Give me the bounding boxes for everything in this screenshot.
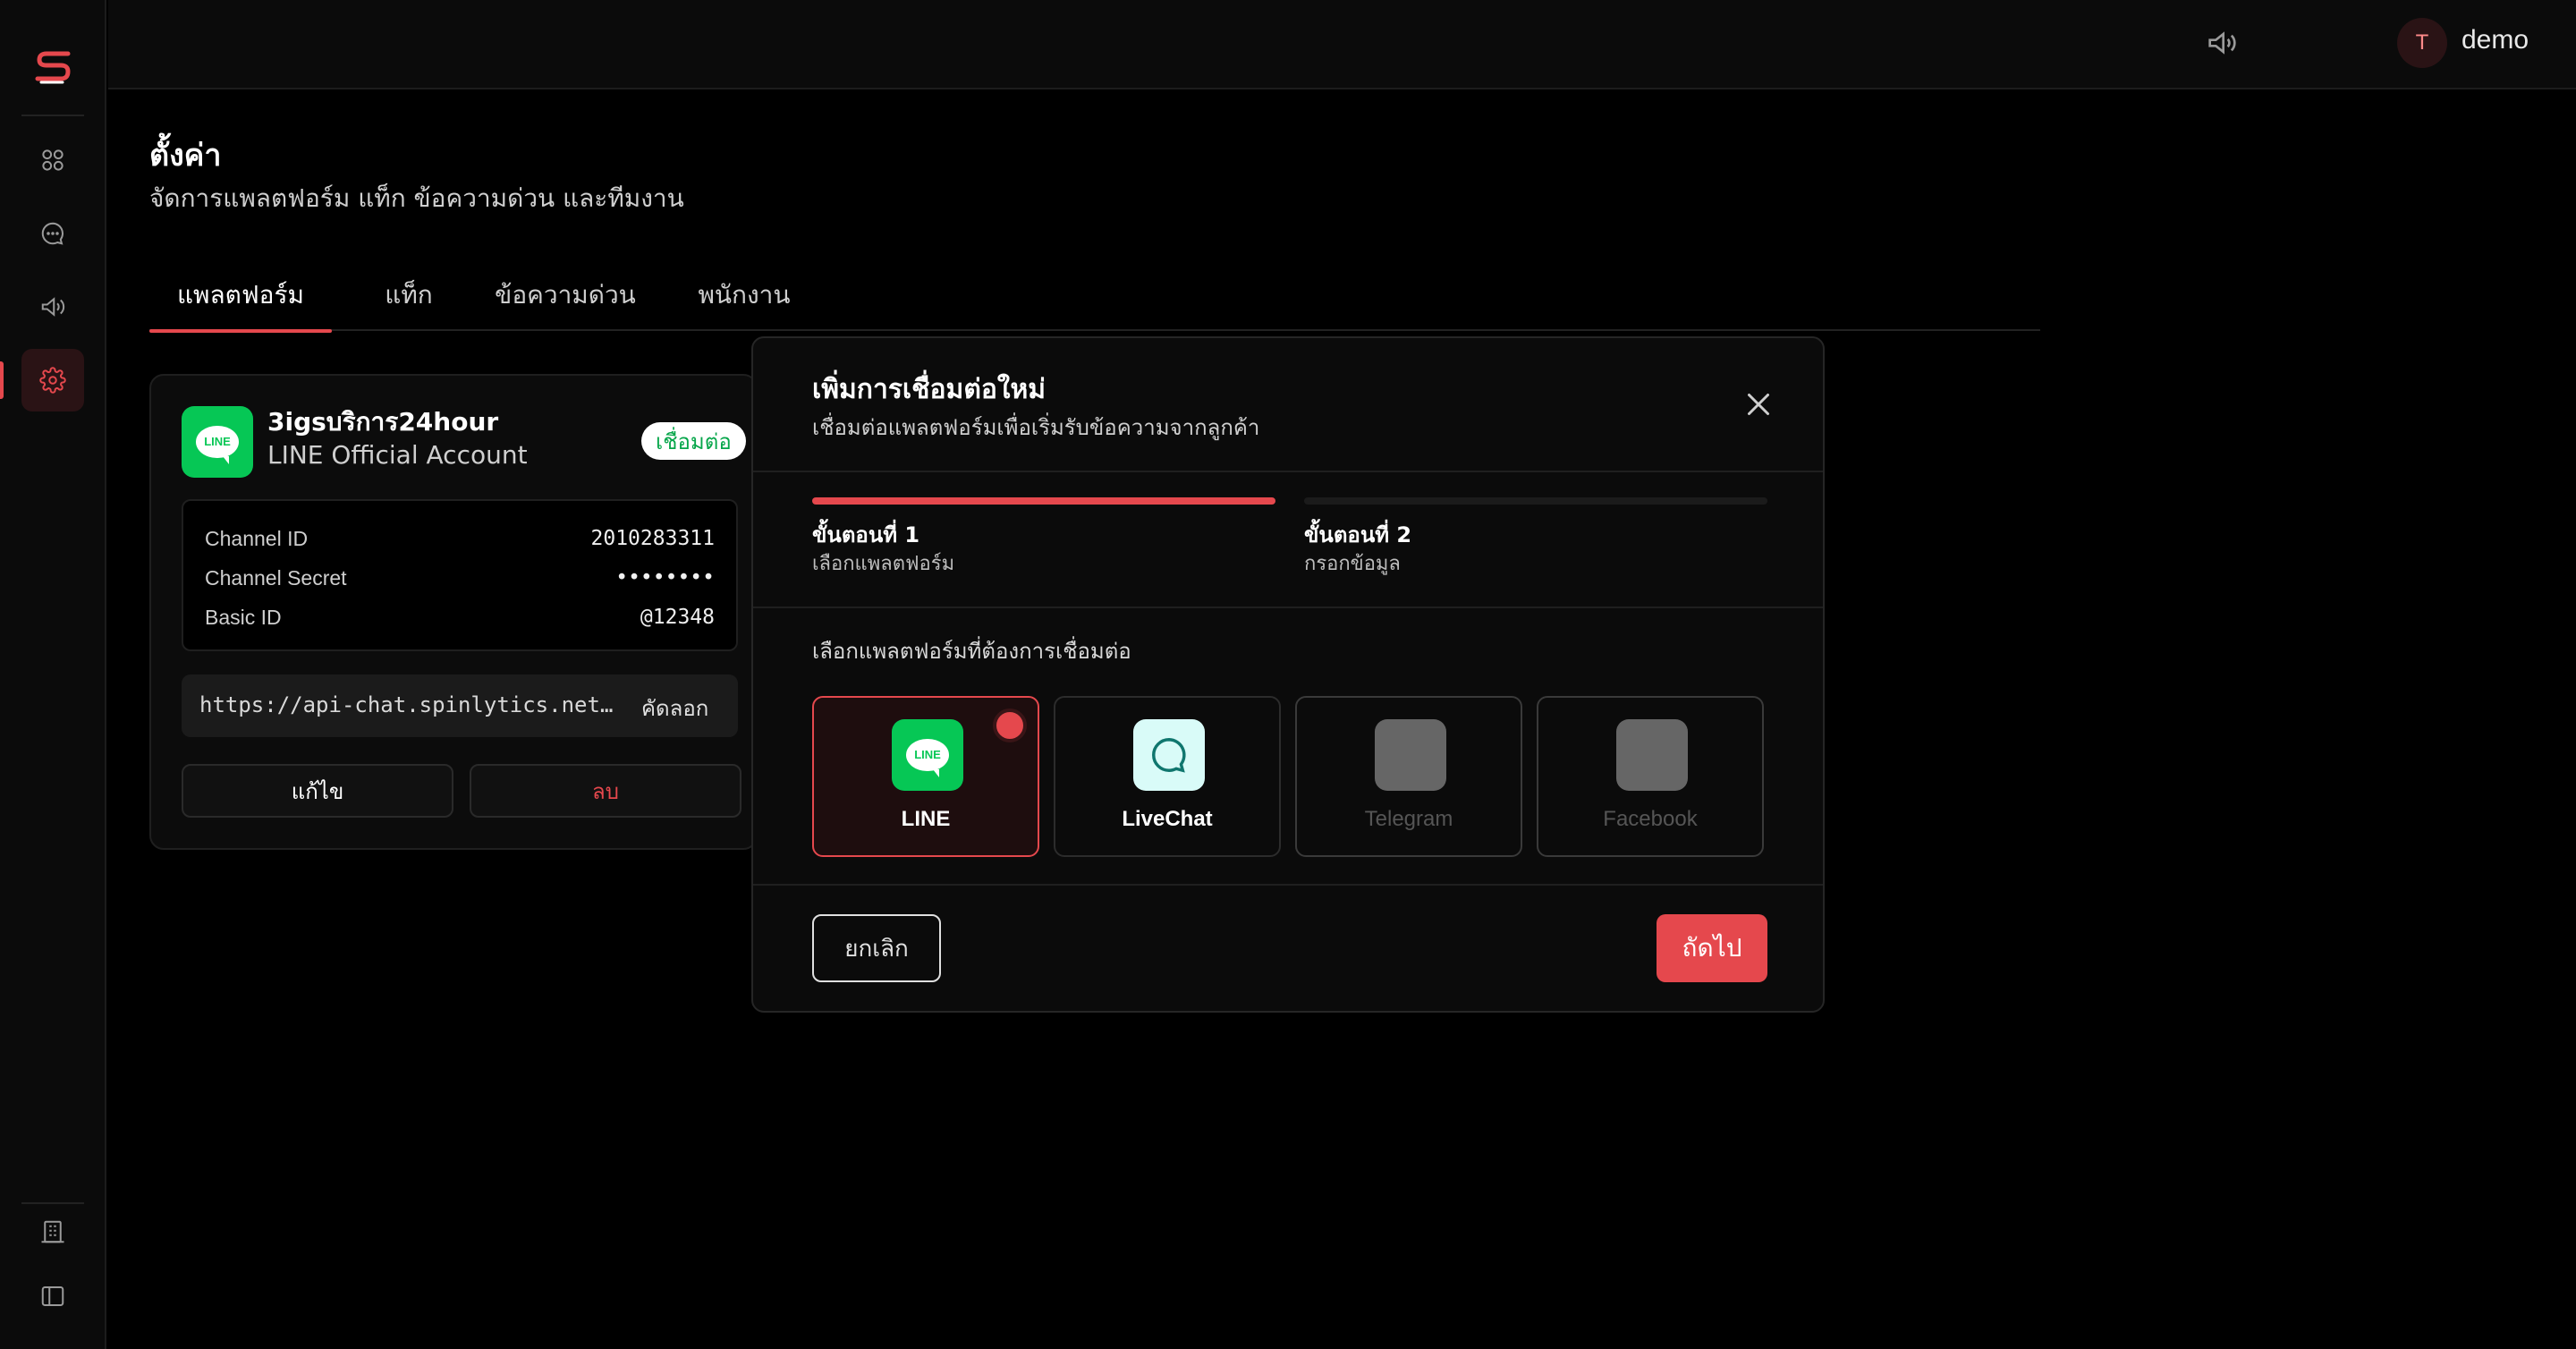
platform-select-label: เลือกแพลตฟอร์มที่ต้องการเชื่อมต่อ — [812, 639, 1131, 664]
facebook-icon — [1616, 719, 1688, 791]
status-badge: เชื่อมต่อ — [641, 422, 746, 460]
sidebar-toggle-icon — [41, 1286, 64, 1306]
line-icon: LINE — [892, 719, 963, 791]
close-button[interactable] — [1742, 388, 1775, 420]
connection-card: LINE 3igsบริการ24hour LINE Official Acco… — [149, 374, 758, 850]
webhook-url-box: https://api-chat.spinlytics.net/webhook/… — [182, 674, 738, 737]
page-title: ตั้งค่า — [149, 138, 222, 174]
webhook-url: https://api-chat.spinlytics.net/webhook/… — [199, 692, 620, 717]
modal-divider — [753, 471, 1823, 472]
tab-quick-replies[interactable]: ข้อความด่วน — [471, 276, 659, 331]
step-1-progress — [812, 497, 1275, 505]
telegram-icon — [1375, 719, 1446, 791]
username[interactable]: demo — [2462, 25, 2529, 55]
edit-button[interactable]: แก้ไข — [182, 764, 453, 818]
sidebar-item-broadcast[interactable] — [21, 276, 84, 338]
settings-tabs: แพลตฟอร์ม แท็ก ข้อความด่วน พนักงาน — [149, 268, 2040, 333]
modal-subtitle: เชื่อมต่อแพลตฟอร์มเพื่อเริ่มรับข้อความจา… — [812, 415, 1260, 440]
field-channel-secret: Channel Secret •••••••• — [205, 565, 715, 590]
next-button[interactable]: ถัดไป — [1657, 914, 1767, 982]
connection-type: LINE Official Account — [267, 440, 528, 470]
page-subtitle: จัดการแพลตฟอร์ม แท็ก ข้อความด่วน และทีมง… — [149, 183, 684, 213]
step-2-desc: กรอกข้อมูล — [1304, 553, 1401, 575]
step-2-progress — [1304, 497, 1767, 505]
selected-indicator — [993, 708, 1027, 742]
tab-staff[interactable]: พนักงาน — [668, 276, 820, 331]
modal-title: เพิ่มการเชื่อมต่อใหม่ — [812, 374, 1046, 405]
modal-divider — [753, 607, 1823, 608]
sidebar — [0, 0, 106, 1349]
sidebar-item-dashboard[interactable] — [21, 129, 84, 191]
building-icon — [41, 1220, 64, 1243]
copy-button[interactable]: คัดลอก — [641, 691, 708, 725]
avatar[interactable]: T — [2397, 18, 2447, 68]
field-basic-id: Basic ID @12348 — [205, 605, 715, 630]
add-connection-modal: เพิ่มการเชื่อมต่อใหม่ เชื่อมต่อแพลตฟอร์ม… — [751, 336, 1825, 1013]
cancel-button[interactable]: ยกเลิก — [812, 914, 941, 982]
platform-option-telegram[interactable]: Telegram — [1295, 696, 1522, 857]
platform-option-facebook[interactable]: Facebook — [1537, 696, 1764, 857]
sidebar-collapse-button[interactable] — [21, 1265, 84, 1328]
tab-tags[interactable]: แท็ก — [364, 276, 453, 331]
credentials-box: Channel ID 2010283311 Channel Secret •••… — [182, 499, 738, 651]
field-channel-id: Channel ID 2010283311 — [205, 526, 715, 551]
notification-sound-button[interactable] — [2204, 25, 2240, 61]
speaker-icon — [2208, 31, 2236, 55]
app-logo[interactable] — [32, 47, 75, 86]
step-1-desc: เลือกแพลตฟอร์ม — [812, 553, 955, 575]
delete-button[interactable]: ลบ — [470, 764, 741, 818]
sidebar-divider — [21, 115, 84, 116]
tab-platforms[interactable]: แพลตฟอร์ม — [149, 276, 332, 333]
sidebar-item-chat[interactable] — [21, 202, 84, 265]
livechat-icon — [1133, 719, 1205, 791]
platform-option-livechat[interactable]: LiveChat — [1054, 696, 1281, 857]
connection-name: 3igsบริการ24hour — [267, 407, 499, 437]
sidebar-item-organization[interactable] — [21, 1201, 84, 1263]
megaphone-icon — [41, 297, 65, 317]
platform-option-line[interactable]: LINE LINE — [812, 696, 1039, 857]
chat-icon — [41, 222, 64, 245]
active-indicator — [0, 361, 4, 399]
gear-icon — [39, 367, 66, 394]
apps-grid-icon — [42, 149, 64, 171]
close-icon — [1748, 394, 1769, 415]
sidebar-item-settings[interactable] — [21, 349, 84, 411]
modal-divider — [753, 884, 1823, 886]
line-logo-icon: LINE — [182, 406, 253, 478]
